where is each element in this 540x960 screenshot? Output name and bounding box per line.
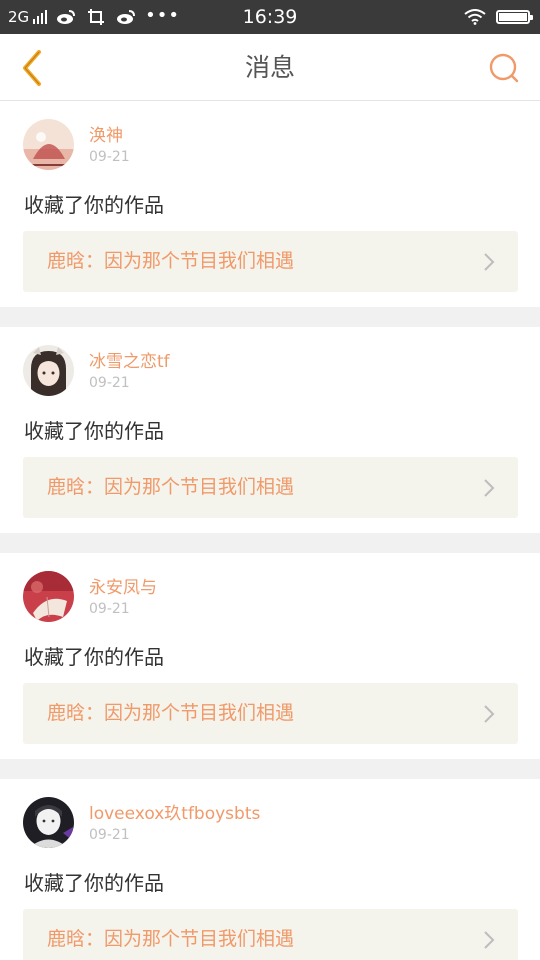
username[interactable]: 冰雪之恋tf (89, 347, 170, 372)
message-card: 永安凤与 09-21 收藏了你的作品 鹿晗：因为那个节目我们相遇 (0, 553, 540, 759)
screen: 2G ••• 16:39 消息 涣神 09-21 收藏了你的作品 鹿晗：因为那个… (0, 0, 540, 960)
back-button[interactable] (10, 46, 54, 90)
work-title: 鹿晗：因为那个节目我们相遇 (47, 250, 295, 272)
weibo-icon (115, 8, 137, 26)
more-dots-icon: ••• (145, 4, 181, 26)
status-bar: 2G ••• 16:39 (0, 0, 540, 34)
username[interactable]: 永安凤与 (89, 573, 157, 598)
message-date: 09-21 (89, 375, 130, 391)
action-text: 收藏了你的作品 (24, 871, 164, 895)
app-header: 消息 (0, 34, 540, 101)
chevron-right-icon (484, 479, 495, 497)
work-title: 鹿晗：因为那个节目我们相遇 (47, 476, 295, 498)
message-date: 09-21 (89, 827, 130, 843)
search-icon (489, 53, 519, 83)
network-type: 2G (8, 8, 30, 26)
page-title: 消息 (244, 53, 295, 82)
chevron-left-icon (23, 50, 41, 86)
action-text: 收藏了你的作品 (24, 645, 164, 669)
work-link[interactable]: 鹿晗：因为那个节目我们相遇 (23, 683, 518, 744)
search-button[interactable] (486, 50, 522, 86)
weibo-icon (55, 8, 77, 26)
message-date: 09-21 (89, 149, 130, 165)
action-text: 收藏了你的作品 (24, 193, 164, 217)
work-link[interactable]: 鹿晗：因为那个节目我们相遇 (23, 231, 518, 292)
action-text: 收藏了你的作品 (24, 419, 164, 443)
signal-bars-icon (33, 10, 48, 24)
work-link[interactable]: 鹿晗：因为那个节目我们相遇 (23, 457, 518, 518)
avatar[interactable] (23, 119, 74, 170)
avatar[interactable] (23, 571, 74, 622)
message-list: 涣神 09-21 收藏了你的作品 鹿晗：因为那个节目我们相遇 冰雪之恋tf 09… (0, 101, 540, 960)
status-left: 2G ••• (8, 0, 180, 34)
battery-icon (496, 10, 533, 24)
wifi-icon (464, 8, 486, 26)
message-card: loveexox玖tfboysbts 09-21 收藏了你的作品 鹿晗：因为那个… (0, 779, 540, 960)
chevron-right-icon (484, 931, 495, 949)
avatar[interactable] (23, 797, 74, 848)
chevron-right-icon (484, 253, 495, 271)
work-title: 鹿晗：因为那个节目我们相遇 (47, 928, 295, 950)
work-link[interactable]: 鹿晗：因为那个节目我们相遇 (23, 909, 518, 960)
username[interactable]: loveexox玖tfboysbts (89, 799, 260, 824)
work-title: 鹿晗：因为那个节目我们相遇 (47, 702, 295, 724)
avatar[interactable] (23, 345, 74, 396)
message-card: 冰雪之恋tf 09-21 收藏了你的作品 鹿晗：因为那个节目我们相遇 (0, 327, 540, 533)
screenshot-icon (85, 8, 107, 26)
status-right (464, 0, 533, 34)
username[interactable]: 涣神 (89, 121, 123, 146)
message-card: 涣神 09-21 收藏了你的作品 鹿晗：因为那个节目我们相遇 (0, 101, 540, 307)
chevron-right-icon (484, 705, 495, 723)
message-date: 09-21 (89, 601, 130, 617)
